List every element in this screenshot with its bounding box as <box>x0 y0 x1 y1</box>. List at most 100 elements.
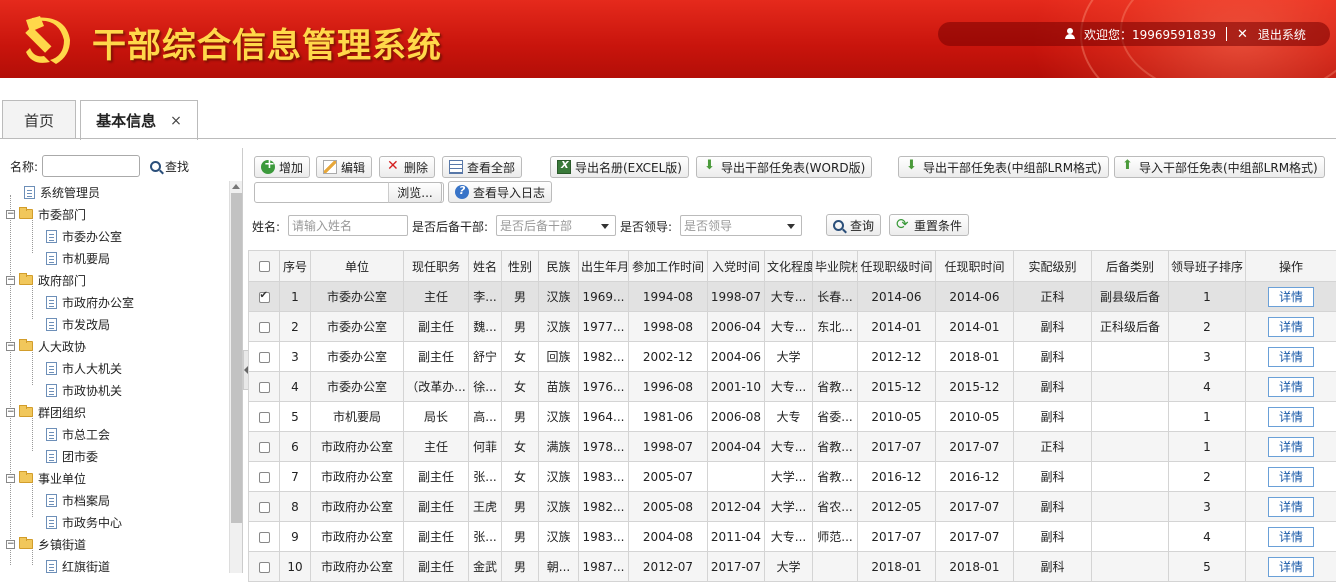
row-checkbox[interactable] <box>259 562 270 573</box>
row-checkbox[interactable] <box>259 532 270 543</box>
tree-item-gov-office[interactable]: 市政府办公室 <box>42 291 134 313</box>
tree-item-confidential-bureau[interactable]: 市机要局 <box>42 247 110 269</box>
row-checkbox[interactable] <box>259 412 270 423</box>
reset-button[interactable]: 重置条件 <box>889 214 969 236</box>
table-row[interactable]: 10市政府办公室副主任金武男朝...1987...2012-072017-07大… <box>249 552 1336 582</box>
tree-item-trade-union[interactable]: 市总工会 <box>42 423 110 445</box>
row-checkbox-cell[interactable] <box>249 432 280 462</box>
column-header[interactable]: 民族 <box>539 251 579 282</box>
row-checkbox-cell[interactable] <box>249 312 280 342</box>
name-filter-input[interactable]: 请输入姓名 <box>288 215 408 236</box>
column-header[interactable]: 操作 <box>1246 251 1336 282</box>
column-header[interactable]: 出生年月 <box>579 251 629 282</box>
detail-button[interactable]: 详情 <box>1268 527 1314 547</box>
tree-item-npc-office[interactable]: 市人大机关 <box>42 357 122 379</box>
select-all-checkbox[interactable] <box>259 261 270 272</box>
tree-item-service-center[interactable]: 市政务中心 <box>42 511 122 533</box>
column-header[interactable]: 序号 <box>280 251 311 282</box>
row-checkbox-cell[interactable] <box>249 552 280 582</box>
table-row[interactable]: 8市政府办公室副主任王虎男汉族1982...2005-082012-04大学..… <box>249 492 1336 522</box>
detail-button[interactable]: 详情 <box>1268 467 1314 487</box>
column-header[interactable]: 实配级别 <box>1014 251 1092 282</box>
export-word-button[interactable]: 导出干部任免表(WORD版) <box>696 156 872 178</box>
table-row[interactable]: 7市政府办公室副主任张...女汉族1983...2005-07大学...省教..… <box>249 462 1336 492</box>
table-row[interactable]: 9市政府办公室副主任张...男汉族1983...2004-082011-04大专… <box>249 522 1336 552</box>
column-header[interactable]: 性别 <box>502 251 539 282</box>
reserve-filter-select[interactable]: 是否后备干部 <box>496 215 616 236</box>
search-input[interactable] <box>42 155 140 177</box>
column-header[interactable]: 领导班子排序 <box>1169 251 1246 282</box>
tree-item-hongqi-street[interactable]: 红旗街道 <box>42 555 110 573</box>
add-button[interactable]: 增加 <box>254 156 310 178</box>
detail-button[interactable]: 详情 <box>1268 287 1314 307</box>
column-header[interactable]: 现任职务 <box>404 251 469 282</box>
import-log-button[interactable]: 查看导入日志 <box>448 181 552 203</box>
scrollbar-thumb[interactable] <box>231 193 242 523</box>
tree-item-towns-streets[interactable]: − 乡镇街道 <box>6 533 86 555</box>
find-button[interactable]: 查找 <box>150 158 189 175</box>
collapse-toggle-icon[interactable]: − <box>6 408 15 417</box>
logout-link[interactable]: 退出系统 <box>1258 26 1306 43</box>
row-checkbox-cell[interactable] <box>249 522 280 552</box>
collapse-toggle-icon[interactable]: − <box>6 474 15 483</box>
edit-button[interactable]: 编辑 <box>316 156 372 178</box>
table-row[interactable]: 5市机要局局长高...男汉族1964...1981-062006-08大专省委.… <box>249 402 1336 432</box>
row-checkbox-cell[interactable] <box>249 402 280 432</box>
select-all-header[interactable] <box>249 251 280 282</box>
column-header[interactable]: 单位 <box>311 251 404 282</box>
collapse-toggle-icon[interactable]: − <box>6 210 15 219</box>
row-checkbox-cell[interactable] <box>249 342 280 372</box>
tree-item-cppcc-office[interactable]: 市政协机关 <box>42 379 122 401</box>
delete-button[interactable]: 删除 <box>379 156 435 178</box>
collapse-toggle-icon[interactable]: − <box>6 540 15 549</box>
column-header[interactable]: 姓名 <box>469 251 502 282</box>
tree-item-npc-cppcc[interactable]: − 人大政协 <box>6 335 86 357</box>
table-row[interactable]: 3市委办公室副主任舒宁女回族1982...2002-122004-06大学201… <box>249 342 1336 372</box>
detail-button[interactable]: 详情 <box>1268 407 1314 427</box>
table-row[interactable]: 4市委办公室（改革办...徐...女苗族1976...1996-082001-1… <box>249 372 1336 402</box>
tab-basic-info[interactable]: 基本信息 × <box>80 100 198 140</box>
column-header[interactable]: 任现职时间 <box>936 251 1014 282</box>
tab-close-icon[interactable]: × <box>170 113 182 129</box>
row-checkbox-cell[interactable] <box>249 372 280 402</box>
row-checkbox-cell[interactable] <box>249 492 280 522</box>
column-header[interactable]: 任现职级时间 <box>858 251 936 282</box>
column-header[interactable]: 参加工作时间 <box>629 251 708 282</box>
detail-button[interactable]: 详情 <box>1268 347 1314 367</box>
detail-button[interactable]: 详情 <box>1268 377 1314 397</box>
sidebar-scrollbar[interactable] <box>229 181 242 573</box>
table-row[interactable]: 6市政府办公室主任何菲女满族1978...1998-072004-04大专...… <box>249 432 1336 462</box>
tree-item-youth-league[interactable]: 团市委 <box>42 445 98 467</box>
collapse-toggle-icon[interactable]: − <box>6 342 15 351</box>
tree-item-admin[interactable]: 系统管理员 <box>20 181 100 203</box>
detail-button[interactable]: 详情 <box>1268 317 1314 337</box>
row-checkbox[interactable] <box>259 442 270 453</box>
collapse-toggle-icon[interactable]: − <box>6 276 15 285</box>
tree-item-gov-depts[interactable]: − 政府部门 <box>6 269 86 291</box>
detail-button[interactable]: 详情 <box>1268 437 1314 457</box>
export-excel-button[interactable]: 导出名册(EXCEL版) <box>550 156 689 178</box>
scroll-up-icon[interactable] <box>232 184 240 189</box>
row-checkbox[interactable] <box>259 472 270 483</box>
row-checkbox-cell[interactable] <box>249 462 280 492</box>
row-checkbox[interactable] <box>259 382 270 393</box>
table-row[interactable]: 2市委办公室副主任魏...男汉族1977...1998-082006-04大专.… <box>249 312 1336 342</box>
row-checkbox-cell[interactable] <box>249 282 280 312</box>
column-header[interactable]: 文化程度 <box>765 251 813 282</box>
tab-home[interactable]: 首页 <box>2 100 76 139</box>
export-lrm-button[interactable]: 导出干部任免表(中组部LRM格式) <box>898 156 1109 178</box>
close-icon[interactable]: ✕ <box>1237 27 1248 42</box>
tree-item-drc[interactable]: 市发改局 <box>42 313 110 335</box>
detail-button[interactable]: 详情 <box>1268 497 1314 517</box>
tree-item-party-office[interactable]: 市委办公室 <box>42 225 122 247</box>
row-checkbox[interactable] <box>259 502 270 513</box>
row-checkbox[interactable] <box>259 352 270 363</box>
row-checkbox[interactable] <box>259 322 270 333</box>
row-checkbox[interactable] <box>259 292 270 303</box>
tree-item-party-depts[interactable]: − 市委部门 <box>6 203 86 225</box>
browse-button[interactable]: 浏览... <box>388 182 442 203</box>
tree-item-mass-orgs[interactable]: − 群团组织 <box>6 401 86 423</box>
detail-button[interactable]: 详情 <box>1268 557 1314 577</box>
import-lrm-button[interactable]: 导入干部任免表(中组部LRM格式) <box>1114 156 1325 178</box>
query-button[interactable]: 查询 <box>826 214 881 236</box>
